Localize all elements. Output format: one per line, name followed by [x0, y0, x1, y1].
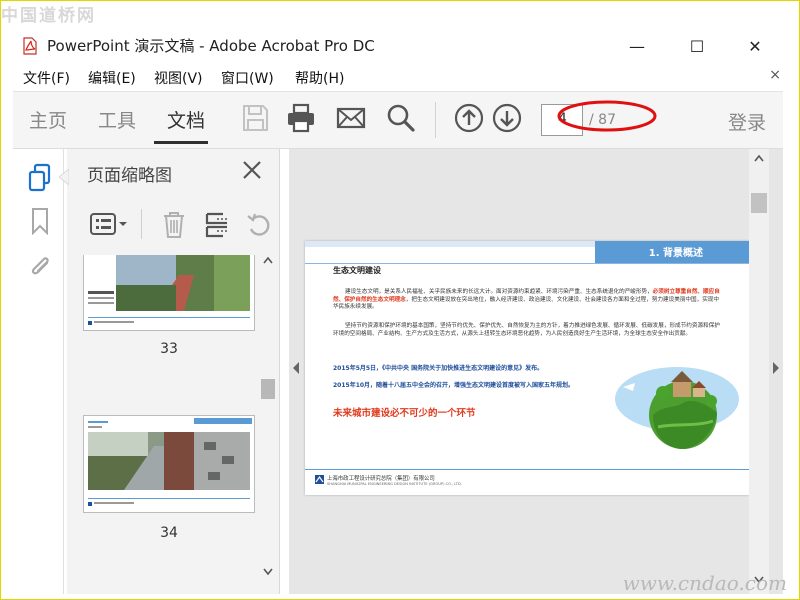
toolbar-separator	[435, 102, 436, 138]
thumbnail-scrollbar[interactable]	[261, 255, 275, 590]
menu-close-button[interactable]: ×	[769, 67, 781, 83]
thumbnail-scroll-thumb[interactable]	[261, 379, 275, 399]
title-bar: PowerPoint 演示文稿 - Adobe Acrobat Pro DC —…	[1, 31, 799, 61]
acrobat-pdf-icon	[23, 37, 37, 55]
tab-tools[interactable]: 工具	[98, 106, 136, 133]
institute-logo-icon	[315, 475, 324, 484]
thumbnail-toolbar	[67, 201, 279, 247]
watermark-top: 中国道桥网	[1, 6, 96, 26]
expand-right-pane-icon[interactable]	[771, 361, 781, 375]
save-icon[interactable]	[239, 102, 271, 134]
eco-globe-illustration	[615, 367, 739, 449]
thumbnail-page-number: 34	[160, 525, 178, 541]
options-menu-icon[interactable]	[89, 211, 129, 237]
delete-page-icon[interactable]	[161, 211, 187, 239]
highlight-text: 未来城市建设必不可少的一个环节	[333, 408, 476, 419]
thumbnail-page-number: 33	[160, 341, 178, 357]
document-view: 1. 背景概述 生态文明建设 建设生态文明，是关系人民福祉、关乎民族未来的长远大…	[289, 149, 783, 594]
close-window-button[interactable]: ✕	[735, 31, 775, 61]
watermark-bottom: www.cndao.com	[622, 571, 787, 595]
thumbnail-panel: 页面缩略图 33 34	[59, 149, 280, 594]
close-panel-icon[interactable]	[239, 157, 265, 183]
navigation-pane	[13, 149, 64, 594]
search-icon[interactable]	[385, 102, 417, 134]
bullet-1: 2015年5月5日，《中共中央 国务院关于加快推进生态文明建设的意见》发布。	[333, 365, 544, 372]
thumbnail-33-content	[88, 255, 250, 325]
thumbnail-list: 33 34	[67, 255, 279, 590]
menu-help[interactable]: 帮助(H)	[295, 68, 344, 88]
section-tag-label: 1. 背景概述	[648, 248, 703, 259]
document-scrollbar[interactable]	[749, 149, 769, 594]
acrobat-window: 中国道桥网 PowerPoint 演示文稿 - Adobe Acrobat Pr…	[0, 0, 800, 600]
thumbnail-page-33[interactable]	[83, 255, 255, 331]
footer-company-cn: 上海市政工程设计研究总院（集团）有限公司	[327, 476, 435, 482]
scroll-up-icon[interactable]	[262, 255, 274, 265]
email-icon[interactable]	[335, 102, 367, 134]
extract-page-icon[interactable]	[203, 211, 231, 239]
paragraph-1-start: 建设生态文明，是关系人民福祉、关乎民族未来的长远大计。面对资源约束趋紧、环境污染…	[345, 289, 653, 295]
main-toolbar: 主页 工具 文档 4 / 87 登录	[13, 91, 783, 149]
menu-file[interactable]: 文件(F)	[23, 68, 70, 88]
attachment-icon[interactable]	[27, 251, 53, 279]
collapse-left-pane-icon[interactable]	[291, 361, 301, 375]
bookmark-icon[interactable]	[30, 207, 50, 235]
panel-pointer-arrow	[59, 169, 69, 185]
bullet-2: 2015年10月，随着十八届五中全会的召开，增强生态文明建设首度被写入国家五年规…	[333, 382, 575, 389]
panel-tool-separator	[141, 209, 142, 239]
doc-scroll-up-icon[interactable]	[753, 153, 765, 163]
header-rule	[305, 263, 749, 264]
red-annotation-ellipse	[557, 100, 657, 132]
footer-company-en: SHANGHAI MUNICIPAL ENGINEERING DESIGN IN…	[327, 482, 462, 486]
window-title: PowerPoint 演示文稿 - Adobe Acrobat Pro DC	[47, 37, 375, 55]
print-icon[interactable]	[285, 102, 317, 134]
panel-title: 页面缩略图	[87, 166, 172, 186]
thumbnail-34-content	[88, 418, 252, 506]
tab-document[interactable]: 文档	[167, 106, 205, 133]
menu-bar: 文件(F) 编辑(E) 视图(V) 窗口(W) 帮助(H) ×	[1, 65, 799, 89]
footer-rule	[305, 469, 749, 470]
menu-edit[interactable]: 编辑(E)	[88, 68, 136, 88]
tab-home[interactable]: 主页	[29, 106, 67, 133]
page-thumbnails-icon[interactable]	[27, 163, 53, 193]
minimize-button[interactable]: —	[617, 31, 657, 61]
paragraph-2: 坚持节约资源和保护环境的基本国策，坚持节约优先、保护优先、自然恢复为主的方针，着…	[333, 323, 720, 337]
page-heading: 生态文明建设	[333, 266, 381, 275]
previous-page-icon[interactable]	[453, 102, 485, 134]
active-tab-indicator	[154, 141, 208, 144]
menu-window[interactable]: 窗口(W)	[221, 68, 274, 88]
doc-scroll-thumb[interactable]	[751, 193, 767, 213]
thumbnail-page-34[interactable]	[83, 415, 255, 513]
next-page-icon[interactable]	[491, 102, 523, 134]
rotate-page-icon[interactable]	[245, 211, 273, 239]
maximize-button[interactable]: ☐	[677, 31, 717, 61]
scroll-down-icon[interactable]	[262, 567, 274, 577]
login-button[interactable]: 登录	[728, 108, 766, 135]
pdf-page: 1. 背景概述 生态文明建设 建设生态文明，是关系人民福祉、关乎民族未来的长远大…	[305, 241, 749, 495]
paragraph-1: 建设生态文明，是关系人民福祉、关乎民族未来的长远大计。面对资源约束趋紧、环境污染…	[333, 289, 723, 312]
menu-view[interactable]: 视图(V)	[154, 68, 203, 88]
